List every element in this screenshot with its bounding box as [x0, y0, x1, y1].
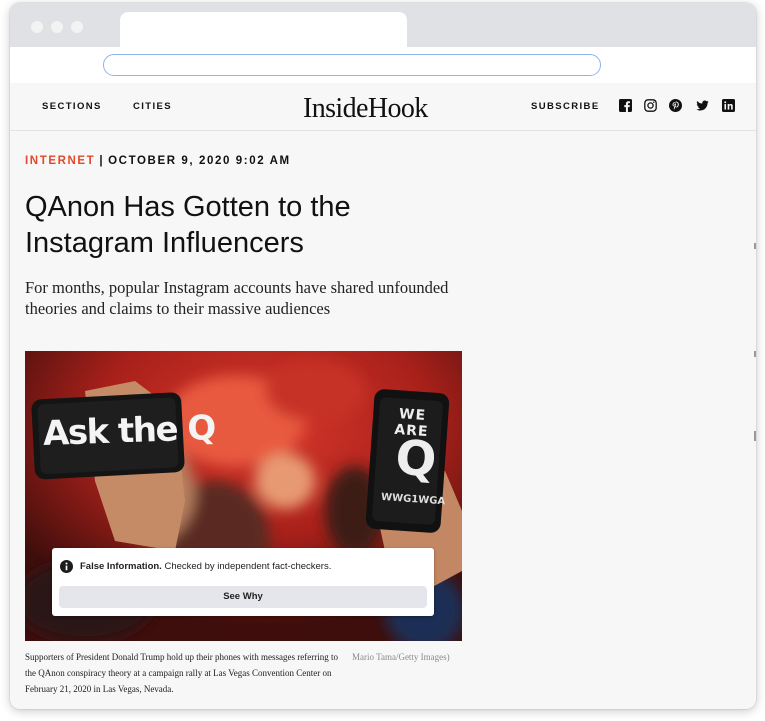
linkedin-icon[interactable]: [722, 99, 735, 112]
address-bar[interactable]: [103, 54, 601, 76]
image-credit: Mario Tama/Getty Images): [352, 652, 450, 662]
category-link[interactable]: INTERNET: [25, 155, 95, 167]
fact-check-label: False Information.: [80, 561, 162, 572]
scrollbar-mark: [754, 243, 756, 249]
browser-window: SECTIONS CITIES InsideHook SUBSCRIBE INT…: [10, 3, 756, 709]
scrollbar-handle[interactable]: [754, 431, 756, 441]
publish-datetime: OCTOBER 9, 2020 9:02 AM: [108, 155, 291, 167]
browser-toolbar: [10, 47, 756, 83]
sign-right-big-text: Q: [393, 429, 439, 489]
fact-check-description: Checked by independent fact-checkers.: [164, 561, 332, 572]
article-dek: For months, popular Instagram accounts h…: [25, 278, 449, 318]
hero-image: Ask the Q WE ARE Q WWG1WGA False Informa…: [25, 351, 462, 641]
site-header: SECTIONS CITIES InsideHook SUBSCRIBE: [10, 83, 756, 131]
article-headline: QAnon Has Gotten to the Instagram Influe…: [25, 191, 351, 259]
facebook-icon[interactable]: [619, 99, 632, 112]
see-why-button[interactable]: See Why: [59, 586, 427, 608]
window-maximize-button[interactable]: [71, 21, 83, 33]
scrollbar-mark: [754, 351, 756, 357]
nav-sections[interactable]: SECTIONS: [42, 101, 102, 112]
sign-left-text: Ask the Q: [42, 408, 216, 454]
article-kicker: INTERNET | OCTOBER 9, 2020 9:02 AM: [25, 155, 291, 167]
kicker-separator: |: [99, 155, 105, 167]
pinterest-icon[interactable]: [669, 99, 682, 112]
nav-cities[interactable]: CITIES: [133, 101, 172, 112]
subscribe-link[interactable]: SUBSCRIBE: [531, 101, 600, 112]
window-close-button[interactable]: [31, 21, 43, 33]
fact-check-overlay: False Information. Checked by independen…: [52, 548, 434, 616]
window-minimize-button[interactable]: [51, 21, 63, 33]
info-icon: [60, 560, 73, 573]
instagram-icon[interactable]: [644, 99, 657, 112]
site-logo[interactable]: InsideHook: [303, 93, 428, 125]
image-caption: Supporters of President Donald Trump hol…: [25, 652, 338, 694]
browser-tab[interactable]: [120, 12, 407, 48]
twitter-icon[interactable]: [696, 99, 709, 112]
browser-titlebar: [10, 3, 756, 48]
fact-check-text: False Information. Checked by independen…: [80, 561, 331, 572]
